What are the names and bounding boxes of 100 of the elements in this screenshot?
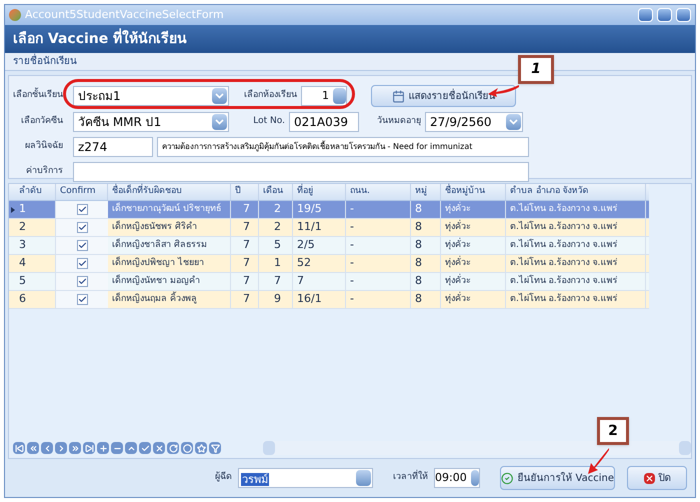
table-row[interactable]: 5 เด็กหญิงนัทชา มอญคำ 7 7 7 - 8 ทุ่งคั่วะ ต.ไผ่โทน อ.ร้องกวาง จ.แพร่ <box>9 273 649 291</box>
cancel-icon[interactable] <box>153 442 165 454</box>
callout-box: 2 <box>597 417 629 445</box>
field-label: ค่าบริการ <box>25 165 63 178</box>
confirm-checkbox[interactable] <box>76 204 88 215</box>
table-row[interactable]: 4 เด็กหญิงปพิชญา ไชยยา 7 1 52 - 8 ทุ่งคั่วะ ต.ไผ่โทน อ.ร้องกวาง จ.แพร่ <box>9 255 649 273</box>
up-icon[interactable] <box>125 442 137 454</box>
service-fee-field[interactable] <box>73 162 529 182</box>
table-cell: 5 <box>259 237 293 254</box>
table-cell: ทุ่งคั่วะ <box>441 291 506 308</box>
table-cell: 8 <box>411 219 441 236</box>
table-cell: - <box>346 201 411 218</box>
table-cell: 2 <box>259 201 293 218</box>
lot-field[interactable]: 021A039 <box>289 112 359 132</box>
field-label: เลือกห้องเรียน <box>243 89 297 102</box>
diagnosis-code-field[interactable]: z274 <box>73 137 153 157</box>
table-cell: 8 <box>411 273 441 290</box>
circle-icon[interactable] <box>181 442 193 454</box>
time-spinner[interactable]: 09:00 <box>434 468 480 488</box>
table-cell: 7 <box>259 273 293 290</box>
field-label: เลือกวัคซีน <box>20 115 63 128</box>
column-header[interactable]: Confirm <box>56 184 108 200</box>
column-header[interactable]: ถนน. <box>346 184 411 200</box>
previous-icon[interactable] <box>41 442 53 454</box>
diagnosis-text-field[interactable]: ความต้องการการสร้างเสริมภูมิคุ้มกันต่อโรคติดเชื้อหลายโรครวมกัน - Need for immunizat <box>157 137 529 157</box>
add-icon[interactable] <box>97 442 109 454</box>
column-header[interactable]: ปี <box>231 184 259 200</box>
selected-text: วรพม์ <box>241 473 269 486</box>
field-label: เวลาที่ให้ <box>393 471 428 485</box>
table-cell: - <box>346 291 411 308</box>
star-icon[interactable] <box>195 442 207 454</box>
table-cell: 2/5 <box>293 237 346 254</box>
row-pointer-icon <box>11 207 15 213</box>
confirm-checkbox[interactable] <box>76 258 88 269</box>
last-icon[interactable] <box>83 442 95 454</box>
table-cell: 9 <box>259 291 293 308</box>
table-cell: 52 <box>293 255 346 272</box>
show-students-button[interactable]: แสดงรายชื่อนักเรียน <box>371 85 516 107</box>
table-cell: ต.ไผ่โทน อ.ร้องกวาง จ.แพร่ <box>506 201 646 218</box>
room-spinner[interactable]: 1 <box>301 86 347 106</box>
table-cell: ทุ่งคั่วะ <box>441 273 506 290</box>
table-cell: เด็กหญิงนัทชา มอญคำ <box>108 273 231 290</box>
previous-page-icon[interactable] <box>27 442 39 454</box>
table-row[interactable]: 2 เด็กหญิงธนัชพร ศิริคำ 7 2 11/1 - 8 ทุ่งคั่วะ ต.ไผ่โทน อ.ร้องกวาง จ.แพร่ <box>9 219 649 237</box>
refresh-icon[interactable] <box>167 442 179 454</box>
vaccine-dropdown[interactable]: วัคซีน MMR ป1 <box>73 112 229 132</box>
app-icon <box>9 9 21 21</box>
table-cell: เด็กหญิงธนัชพร ศิริคำ <box>108 219 231 236</box>
column-header[interactable]: ที่อยู่ <box>293 184 346 200</box>
table-cell: 16/1 <box>293 291 346 308</box>
table-cell: - <box>346 273 411 290</box>
first-icon[interactable] <box>13 442 25 454</box>
table-cell: 7 <box>231 291 259 308</box>
grade-dropdown[interactable]: ประถม1 <box>73 86 229 106</box>
column-header[interactable]: หมู่ <box>411 184 441 200</box>
column-header[interactable]: ชื่อเด็กที่รับผิดชอบ <box>108 184 231 200</box>
table-cell: ทุ่งคั่วะ <box>441 219 506 236</box>
table-cell: - <box>346 237 411 254</box>
table-cell: 1 <box>259 255 293 272</box>
column-header[interactable]: ตำบล อำเภอ จังหวัด <box>506 184 646 200</box>
expiry-dropdown[interactable]: 27/9/2560 <box>425 112 523 132</box>
table-row[interactable]: 6 เด็กหญิงนฤมล คิ้วงพลู 7 9 16/1 - 8 ทุ่งคั่วะ ต.ไผ่โทน อ.ร้องกวาง จ.แพร่ <box>9 291 649 309</box>
confirm-checkbox[interactable] <box>76 240 88 251</box>
table-cell: ทุ่งคั่วะ <box>441 237 506 254</box>
confirm-vaccine-button[interactable]: ยืนยันการให้ Vaccine <box>500 466 615 490</box>
confirm-checkbox[interactable] <box>76 222 88 233</box>
table-cell: ต.ไผ่โทน อ.ร้องกวาง จ.แพร่ <box>506 291 646 308</box>
field-label: เลือกชั้นเรียน <box>13 89 63 103</box>
close-button[interactable]: ปิด <box>627 466 687 490</box>
field-label: ผู้ฉีด <box>215 471 232 484</box>
table-cell: 8 <box>411 201 441 218</box>
table-cell: ทุ่งคั่วะ <box>441 201 506 218</box>
form-heading: เลือก Vaccine ที่ให้นักเรียน <box>13 28 188 50</box>
confirm-checkbox[interactable] <box>76 294 88 305</box>
table-cell: - <box>346 219 411 236</box>
column-header[interactable]: ชื่อหมู่บ้าน <box>441 184 506 200</box>
group-tab[interactable]: รายชื่อนักเรียน <box>13 54 77 69</box>
next-page-icon[interactable] <box>69 442 81 454</box>
table-cell: ต.ไผ่โทน อ.ร้องกวาง จ.แพร่ <box>506 273 646 290</box>
table-cell: 2 <box>259 219 293 236</box>
table-cell: ต.ไผ่โทน อ.ร้องกวาง จ.แพร่ <box>506 237 646 254</box>
column-header[interactable]: ลำดับ <box>9 184 56 200</box>
injector-dropdown[interactable]: วรพม์ <box>238 468 373 488</box>
table-cell: ต.ไผ่โทน อ.ร้องกวาง จ.แพร่ <box>506 255 646 272</box>
remove-icon[interactable] <box>111 442 123 454</box>
next-icon[interactable] <box>55 442 67 454</box>
table-cell: 7 <box>231 255 259 272</box>
check-icon[interactable] <box>139 442 151 454</box>
table-cell: 7 <box>231 201 259 218</box>
confirm-checkbox[interactable] <box>76 276 88 287</box>
filter-icon[interactable] <box>209 442 221 454</box>
table-cell: 7 <box>231 219 259 236</box>
table-row[interactable]: 3 เด็กหญิงชาลิสา ศิลธรรม 7 5 2/5 - 8 ทุ่งคั่วะ ต.ไผ่โทน อ.ร้องกวาง จ.แพร่ <box>9 237 649 255</box>
table-cell: เด็กชายภาณุวัฒน์ ปริชายุทธ์ <box>108 201 231 218</box>
pointer-arrow <box>586 447 610 475</box>
table-cell: ต.ไผ่โทน อ.ร้องกวาง จ.แพร่ <box>506 219 646 236</box>
column-header[interactable]: เดือน <box>259 184 293 200</box>
table-cell: 8 <box>411 237 441 254</box>
table-cell: 8 <box>411 291 441 308</box>
field-label: วันหมดอายุ <box>376 115 421 128</box>
